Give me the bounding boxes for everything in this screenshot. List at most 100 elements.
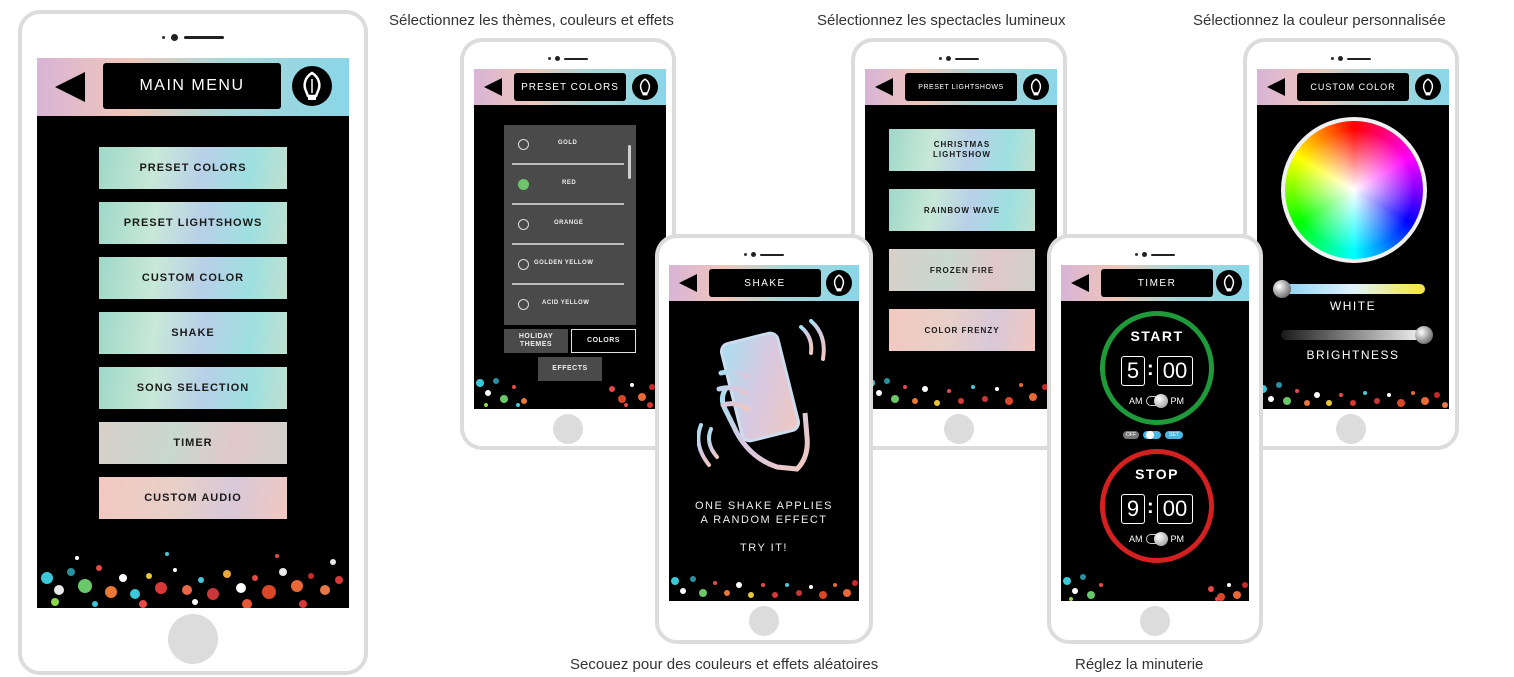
back-icon[interactable] [679, 274, 697, 292]
caption-shake: Secouez pour des couleurs et effets aléa… [570, 656, 879, 673]
brightness-slider[interactable] [1281, 330, 1425, 340]
color-option-label: RED [562, 180, 577, 186]
white-slider[interactable] [1281, 284, 1425, 294]
tab-colors[interactable]: COLORS [571, 329, 636, 353]
confetti-decoration [476, 378, 663, 408]
menu-item-preset-colors[interactable]: PRESET COLORS [99, 147, 287, 189]
color-list[interactable]: GOLD RED ORANGE GOLDEN YELLOW ACID YELLO [504, 125, 636, 325]
sensor-dot [548, 57, 551, 60]
start-ampm-toggle[interactable]: AM PM [1129, 394, 1185, 408]
shake-description-line1: ONE SHAKE APPLIES [695, 500, 833, 512]
page-title: TIMER [1101, 269, 1213, 297]
screen-custom-color: CUSTOM COLOR WHITE BRIGHTNESS [1257, 69, 1449, 409]
white-slider-knob[interactable] [1273, 280, 1291, 298]
screen-main-menu: MAIN MENU PRESET COLORS PRESET LIGHTSHOW… [37, 58, 349, 608]
ampm-switch[interactable] [1145, 532, 1168, 546]
radio-acid-yellow[interactable] [518, 299, 529, 310]
list-item[interactable]: ACID YELLOW [504, 285, 636, 325]
speaker-slot [1347, 57, 1371, 60]
list-item[interactable]: RED [504, 165, 636, 205]
back-icon[interactable] [875, 78, 893, 96]
confetti-decoration [1063, 574, 1248, 601]
ampm-switch[interactable] [1145, 394, 1168, 408]
camera [555, 56, 560, 61]
stop-minutes[interactable]: 00 [1157, 494, 1193, 524]
back-icon[interactable] [484, 78, 502, 96]
set-label: SET [1165, 431, 1183, 439]
page-title: CUSTOM COLOR [1297, 73, 1409, 101]
home-button[interactable] [1336, 414, 1366, 444]
bulb-logo-icon[interactable] [292, 66, 332, 106]
confetti-decoration [671, 576, 858, 599]
screen-preset-lightshows: PRESET LIGHTSHOWS CHRISTMAS LIGHTSHOW RAI… [865, 69, 1057, 409]
sensor-dot [1135, 253, 1138, 256]
bulb-logo-icon[interactable] [632, 74, 658, 100]
pm-label: PM [1170, 534, 1185, 544]
stop-label: STOP [1135, 466, 1179, 482]
phone-shake: SHAKE ONE SHAKE APPLIES A RANDOM EFFECT … [655, 234, 873, 644]
scrollbar[interactable] [628, 145, 631, 179]
sensor-dot [162, 36, 165, 39]
home-button[interactable] [168, 614, 218, 664]
menu-item-preset-lightshows[interactable]: PRESET LIGHTSHOWS [99, 202, 287, 244]
list-item[interactable]: ORANGE [504, 205, 636, 245]
bulb-logo-icon[interactable] [1415, 74, 1441, 100]
bulb-logo-icon[interactable] [1023, 74, 1049, 100]
stop-ampm-toggle[interactable]: AM PM [1129, 532, 1185, 546]
menu-item-custom-color[interactable]: CUSTOM COLOR [99, 257, 287, 299]
home-button[interactable] [1140, 606, 1170, 636]
color-wheel[interactable] [1281, 117, 1427, 263]
back-icon[interactable] [1071, 274, 1089, 292]
caption-themes: Sélectionnez les thèmes, couleurs et eff… [389, 12, 674, 29]
phone-preset-lightshows: PRESET LIGHTSHOWS CHRISTMAS LIGHTSHOW RAI… [851, 38, 1067, 450]
confetti-decoration [867, 378, 1056, 406]
home-button[interactable] [553, 414, 583, 444]
back-icon[interactable] [55, 72, 85, 102]
bulb-logo-icon[interactable] [826, 270, 852, 296]
radio-golden-yellow[interactable] [518, 259, 529, 270]
phone-main-menu: MAIN MENU PRESET COLORS PRESET LIGHTSHOW… [18, 10, 368, 675]
page-title: SHAKE [709, 269, 821, 297]
radio-gold[interactable] [518, 139, 529, 150]
tab-holiday-themes[interactable]: HOLIDAY THEMES [504, 329, 568, 353]
radio-orange[interactable] [518, 219, 529, 230]
phone-timer: TIMER START 5 : 00 AM PM OFF SET STOP 9 [1047, 234, 1263, 644]
menu-item-timer[interactable]: TIMER [99, 422, 287, 464]
menu-item-custom-audio[interactable]: CUSTOM AUDIO [99, 477, 287, 519]
lightshow-frozen-fire[interactable]: FROZEN FIRE [889, 249, 1035, 291]
phone-custom-color: CUSTOM COLOR WHITE BRIGHTNESS [1243, 38, 1459, 450]
caption-lightshows: Sélectionnez les spectacles lumineux [817, 12, 1066, 29]
back-icon[interactable] [1267, 78, 1285, 96]
speaker-slot [184, 36, 224, 39]
lightshow-christmas[interactable]: CHRISTMAS LIGHTSHOW [889, 129, 1035, 171]
home-button[interactable] [749, 606, 779, 636]
sensor-dot [744, 253, 747, 256]
start-minutes[interactable]: 00 [1157, 356, 1193, 386]
timer-switch[interactable] [1143, 431, 1161, 439]
pm-label: PM [1170, 396, 1185, 406]
camera [946, 56, 951, 61]
speaker-slot [1151, 253, 1175, 256]
radio-red[interactable] [518, 179, 529, 190]
brightness-slider-knob[interactable] [1415, 326, 1433, 344]
colon: : [1147, 496, 1154, 518]
menu-item-song-selection[interactable]: SONG SELECTION [99, 367, 287, 409]
list-item[interactable]: GOLD [504, 125, 636, 165]
confetti-decoration [41, 552, 343, 608]
bulb-logo-icon[interactable] [1216, 270, 1242, 296]
stop-timer[interactable]: STOP 9 : 00 AM PM [1100, 449, 1214, 563]
color-option-label: ACID YELLOW [542, 300, 590, 306]
off-label: OFF [1123, 431, 1139, 439]
list-item[interactable]: GOLDEN YELLOW [504, 245, 636, 285]
page-title: MAIN MENU [103, 63, 281, 109]
lightshow-color-frenzy[interactable]: COLOR FRENZY [889, 309, 1035, 351]
start-hour[interactable]: 5 [1121, 356, 1145, 386]
stop-hour[interactable]: 9 [1121, 494, 1145, 524]
phone-preset-colors: PRESET COLORS GOLD RED ORANGE GOLDEN YEL… [460, 38, 676, 450]
menu-item-shake[interactable]: SHAKE [99, 312, 287, 354]
start-timer[interactable]: START 5 : 00 AM PM [1100, 311, 1214, 425]
phone-shake-icon [697, 319, 826, 472]
sensor-dot [939, 57, 942, 60]
home-button[interactable] [944, 414, 974, 444]
lightshow-rainbow-wave[interactable]: RAINBOW WAVE [889, 189, 1035, 231]
